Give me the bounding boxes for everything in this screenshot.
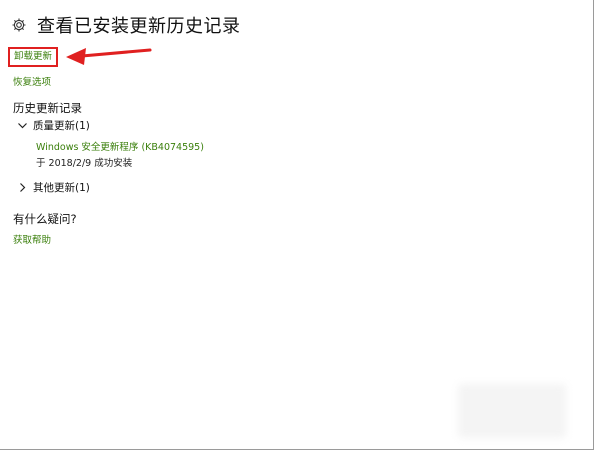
other-updates-group[interactable]: 其他更新(1): [17, 180, 90, 195]
quality-updates-label: 质量更新(1): [33, 120, 90, 132]
red-arrow-annotation: [66, 48, 152, 65]
other-updates-label: 其他更新(1): [33, 182, 90, 194]
chevron-right-icon: [17, 182, 28, 193]
get-help-link[interactable]: 获取帮助: [13, 232, 51, 246]
chevron-down-icon: [17, 120, 28, 131]
update-item-status: 于 2018/2/9 成功安装: [36, 158, 133, 169]
page-title: 查看已安装更新历史记录: [37, 16, 241, 37]
faq-heading: 有什么疑问?: [13, 212, 77, 226]
gear-icon: [11, 17, 27, 33]
update-history-heading: 历史更新记录: [13, 101, 82, 115]
recovery-options-link[interactable]: 恢复选项: [13, 74, 51, 88]
update-item-link[interactable]: Windows 安全更新程序 (KB4074595): [36, 139, 204, 153]
watermark-blur: [458, 384, 566, 438]
uninstall-updates-link[interactable]: 卸载更新: [8, 47, 59, 67]
page-header: 查看已安装更新历史记录: [11, 12, 241, 38]
quality-updates-group[interactable]: 质量更新(1): [17, 118, 90, 133]
settings-window: 查看已安装更新历史记录 卸载更新 恢复选项 历史更新记录 质量更新(1) Win…: [0, 0, 594, 450]
